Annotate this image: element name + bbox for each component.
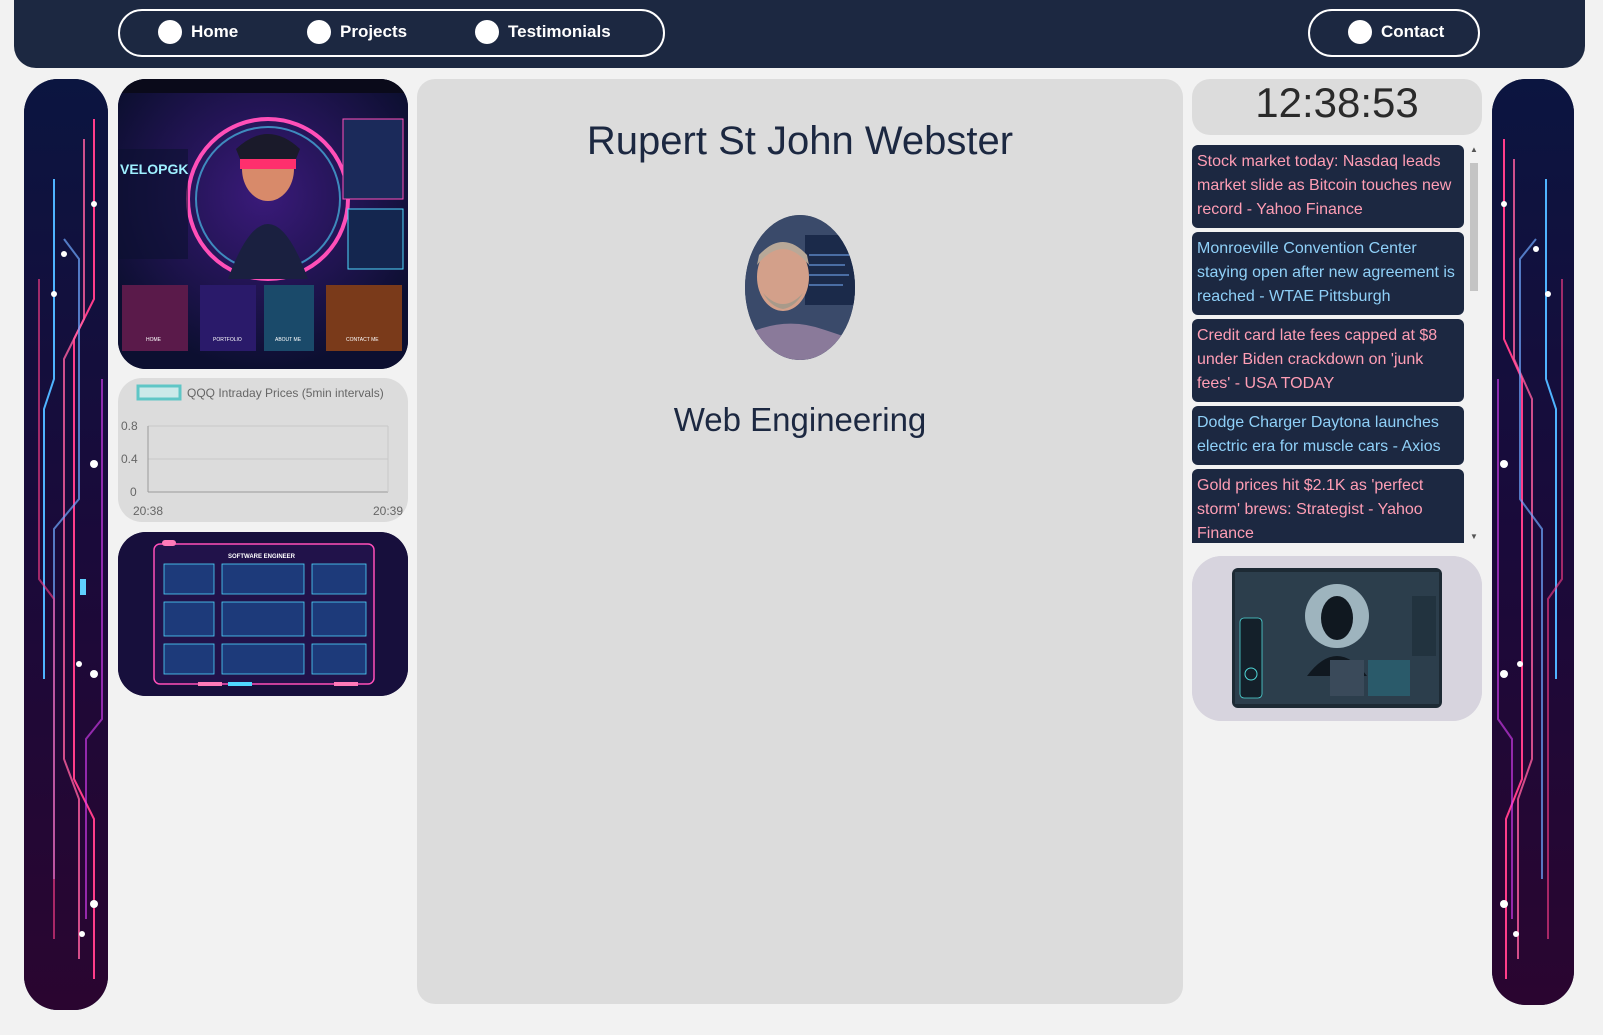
news-text: Monroeville Convention Center staying op… xyxy=(1197,240,1455,305)
nav-testimonials[interactable]: Testimonials xyxy=(475,20,611,44)
preview-tab-about: ABOUT ME xyxy=(275,337,302,343)
news-text: Credit card late fees capped at $8 under… xyxy=(1197,327,1438,392)
digital-clock: 12:38:53 xyxy=(1192,79,1482,135)
home-dot-icon xyxy=(158,20,182,44)
scroll-down-icon[interactable]: ▼ xyxy=(1470,532,1478,541)
chart-legend-swatch xyxy=(136,384,182,401)
qqq-chart-card: QQQ Intraday Prices (5min intervals) 0.8… xyxy=(118,378,408,522)
preview-tab-home: HOME xyxy=(146,337,162,343)
profile-photo xyxy=(745,215,855,360)
nav-main-pill: Home Projects Testimonials xyxy=(118,9,665,57)
cyberpunk-site-preview-image: VELOPGK HOME PORTFOLIO ABOUT ME CONTACT … xyxy=(118,79,408,369)
ai-dashboard-image xyxy=(1192,556,1482,721)
news-item[interactable]: Stock market today: Nasdaq leads market … xyxy=(1192,145,1464,228)
profile-panel: Rupert St John Webster Web Engineering xyxy=(417,79,1183,1004)
nav-contact[interactable]: Contact xyxy=(1348,20,1444,44)
software-engineer-dashboard-image: SOFTWARE ENGINEER xyxy=(118,532,408,696)
profile-role: Web Engineering xyxy=(673,401,927,438)
news-item[interactable]: Dodge Charger Daytona launches electric … xyxy=(1192,406,1464,465)
testimonials-dot-icon xyxy=(475,20,499,44)
profile-name: Rupert St John Webster xyxy=(586,119,1014,163)
nav-home[interactable]: Home xyxy=(158,20,238,44)
qqq-line-chart: QQQ Intraday Prices (5min intervals) 0.8… xyxy=(121,384,403,518)
news-item[interactable]: Gold prices hit $2.1K as 'perfect storm'… xyxy=(1192,469,1464,543)
y-tick-label: 0.8 xyxy=(121,419,138,433)
news-feed: Stock market today: Nasdaq leads market … xyxy=(1192,145,1482,543)
circuit-art-left xyxy=(24,79,108,1010)
preview-tab-portfolio: PORTFOLIO xyxy=(213,337,242,343)
nav-projects-label: Projects xyxy=(340,22,408,41)
nav-home-label: Home xyxy=(191,22,239,41)
news-text: Gold prices hit $2.1K as 'perfect storm'… xyxy=(1197,477,1424,542)
news-item[interactable]: Credit card late fees capped at $8 under… xyxy=(1192,319,1464,402)
project-preview-cyberpunk[interactable]: VELOPGK HOME PORTFOLIO ABOUT ME CONTACT … xyxy=(118,79,408,369)
project-preview-ai-dashboard[interactable] xyxy=(1192,556,1482,721)
projects-dot-icon xyxy=(307,20,331,44)
scroll-up-icon[interactable]: ▲ xyxy=(1470,145,1478,154)
news-item[interactable]: Monroeville Convention Center staying op… xyxy=(1192,232,1464,315)
avatar xyxy=(745,215,855,360)
y-tick-label: 0 xyxy=(130,485,137,499)
nav-contact-label: Contact xyxy=(1381,22,1445,41)
preview-tab-contact: CONTACT ME xyxy=(346,337,379,343)
dashboard-title: SOFTWARE ENGINEER xyxy=(228,554,296,560)
nav-testimonials-label: Testimonials xyxy=(508,22,611,41)
x-tick-label: 20:39 xyxy=(373,504,403,518)
left-circuit-strip xyxy=(24,79,108,1010)
news-scrollbar[interactable]: ▲ ▼ xyxy=(1468,145,1480,541)
news-text: Stock market today: Nasdaq leads market … xyxy=(1197,153,1452,218)
x-tick-label: 20:38 xyxy=(133,504,163,518)
contact-dot-icon xyxy=(1348,20,1372,44)
y-tick-label: 0.4 xyxy=(121,452,138,466)
scroll-thumb[interactable] xyxy=(1470,163,1478,291)
circuit-art-right xyxy=(1492,79,1574,1005)
nav-contact-pill: Contact xyxy=(1308,9,1480,57)
news-text: Dodge Charger Daytona launches electric … xyxy=(1197,414,1441,455)
preview-heading: VELOPGK xyxy=(120,161,188,177)
chart-title: QQQ Intraday Prices (5min intervals) xyxy=(187,386,384,400)
nav-projects[interactable]: Projects xyxy=(307,20,407,44)
right-circuit-strip xyxy=(1492,79,1574,1005)
project-preview-software-engineer[interactable]: SOFTWARE ENGINEER xyxy=(118,532,408,696)
top-nav-bar: Home Projects Testimonials Contact xyxy=(14,0,1585,68)
